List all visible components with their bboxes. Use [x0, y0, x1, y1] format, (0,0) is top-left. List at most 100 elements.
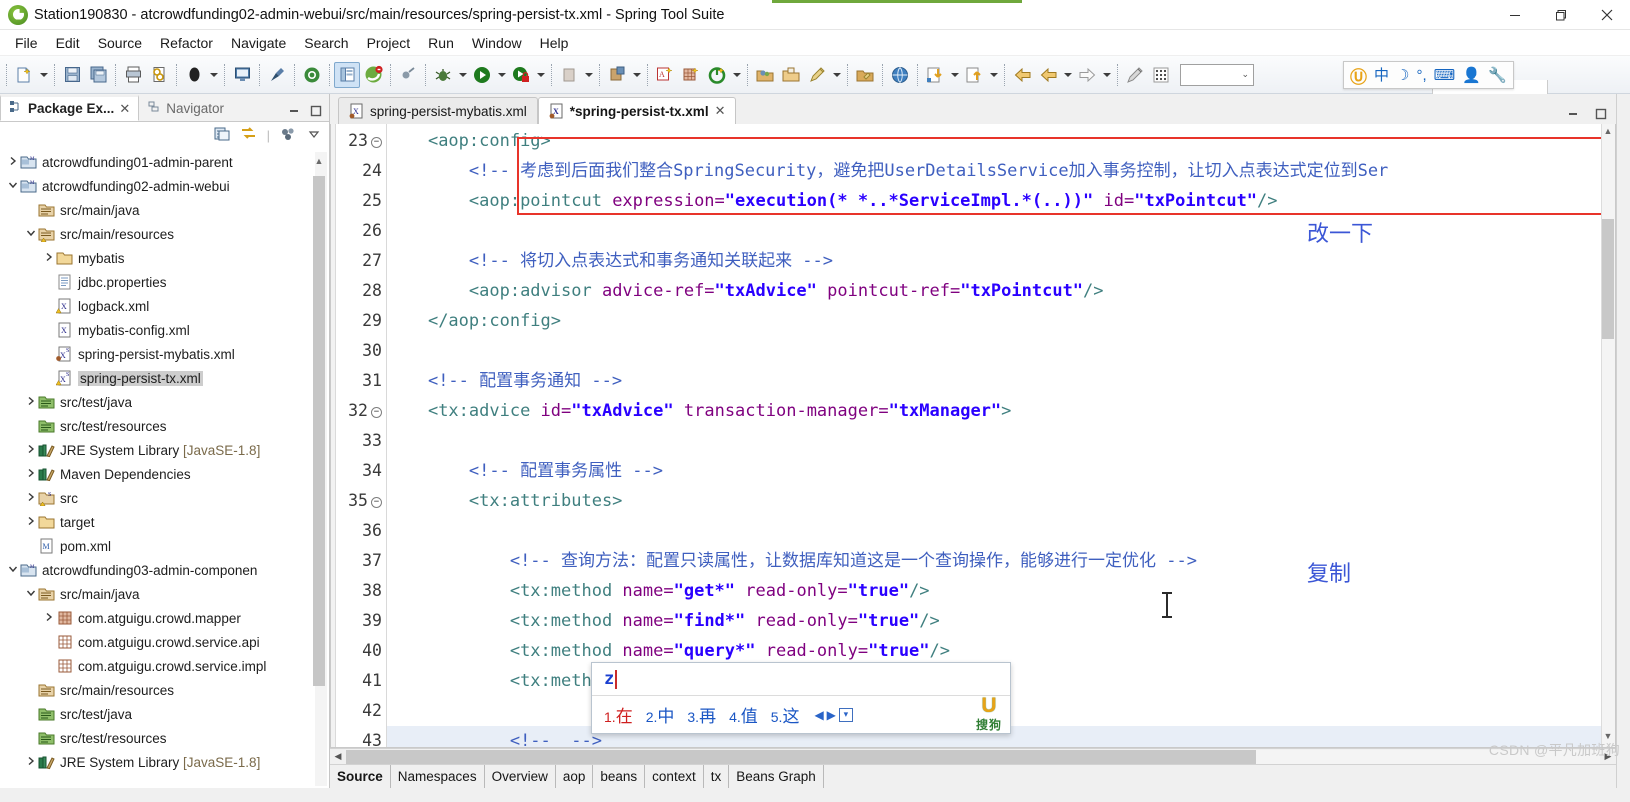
chevron-right-icon[interactable] — [24, 468, 38, 481]
chevron-right-icon[interactable] — [6, 156, 20, 169]
tree-item[interactable]: Matcrowdfunding01-admin-parent — [0, 150, 329, 174]
chevron-down-icon[interactable] — [24, 228, 38, 241]
scroll-left-icon[interactable]: ◀ — [330, 751, 346, 762]
chevron-right-icon[interactable] — [42, 612, 56, 625]
hscroll-thumb[interactable] — [346, 749, 1256, 764]
maximize-button[interactable] — [1538, 0, 1584, 30]
menu-project[interactable]: Project — [358, 32, 420, 54]
open-type-icon[interactable] — [752, 62, 778, 88]
back-icon[interactable] — [1009, 62, 1035, 88]
wrench-icon[interactable]: 🔧 — [1488, 68, 1507, 83]
code-line[interactable]: <aop:config> — [387, 126, 1615, 156]
close-icon[interactable]: ✕ — [715, 103, 726, 119]
user-icon[interactable]: 👤 — [1462, 68, 1481, 83]
punctuation-icon[interactable]: °, — [1416, 68, 1426, 83]
menu-file[interactable]: File — [6, 32, 47, 54]
ime-candidate-list[interactable]: 1.在 2.中 3.再 4.值 5.这 ◀ ▶ ▾ U 搜狗 — [592, 695, 1010, 733]
pin-editor-icon[interactable] — [264, 62, 290, 88]
code-line[interactable] — [387, 216, 1615, 246]
new-class-icon[interactable] — [678, 62, 704, 88]
tree-item[interactable]: Maven Dependencies — [0, 462, 329, 486]
print-icon[interactable] — [120, 62, 146, 88]
bottom-tab-source[interactable]: Source — [330, 765, 391, 788]
last-edit-location-icon[interactable] — [852, 62, 878, 88]
back-history-icon[interactable] — [1035, 62, 1061, 88]
code-line[interactable]: <!-- 查询方法：配置只读属性，让数据库知道这是一个查询操作，能够进行一定优化… — [387, 546, 1615, 576]
tree-item[interactable]: src/main/java — [0, 582, 329, 606]
close-icon[interactable]: ✕ — [119, 101, 130, 117]
chevron-right-icon[interactable] — [42, 252, 56, 265]
close-button[interactable] — [1584, 0, 1630, 30]
chevron-right-icon[interactable] — [24, 396, 38, 409]
spring-bean-dropdown-icon[interactable] — [207, 62, 220, 88]
code-text-area[interactable]: <aop:config> <!-- 考虑到后面我们整合SpringSecurit… — [387, 124, 1615, 747]
debug-icon[interactable] — [430, 62, 456, 88]
tree-item[interactable]: com.atguigu.crowd.service.impl — [0, 654, 329, 678]
back-dropdown-icon[interactable] — [1061, 62, 1074, 88]
spring-bean-icon[interactable] — [181, 62, 207, 88]
ime-candidate-popup[interactable]: z 1.在 2.中 3.再 4.值 5.这 ◀ ▶ ▾ U 搜狗 — [591, 662, 1011, 734]
ime-candidate[interactable]: 3.再 — [687, 702, 716, 727]
spring-perspective-icon[interactable] — [360, 62, 386, 88]
git-icon[interactable] — [704, 62, 730, 88]
code-line[interactable]: <aop:advisor advice-ref="txAdvice" point… — [387, 276, 1615, 306]
open-perspective-icon[interactable] — [334, 61, 360, 88]
minimize-view-icon[interactable] — [287, 104, 301, 121]
fold-toggle-icon[interactable]: − — [371, 407, 382, 418]
code-line[interactable]: <tx:attributes> — [387, 486, 1615, 516]
search-icon[interactable] — [804, 62, 830, 88]
new-wizard-dropdown-icon[interactable] — [37, 62, 50, 88]
code-line[interactable] — [387, 516, 1615, 546]
tree-item[interactable]: src/test/java — [0, 702, 329, 726]
menu-source[interactable]: Source — [89, 32, 151, 54]
view-menu-icon[interactable] — [280, 126, 297, 145]
tree-item[interactable]: src/test/resources — [0, 726, 329, 750]
save-icon[interactable] — [59, 62, 85, 88]
tab-spring-persist-tx[interactable]: X *spring-persist-tx.xml ✕ — [537, 97, 737, 124]
git-dropdown-icon[interactable] — [730, 62, 743, 88]
chevron-right-icon[interactable] — [24, 756, 38, 769]
tree-item[interactable]: Xlogback.xml — [0, 294, 329, 318]
code-line[interactable]: <tx:method name="find*" read-only="true"… — [387, 606, 1615, 636]
code-line[interactable]: <!-- 考虑到后面我们整合SpringSecurity，避免把UserDeta… — [387, 156, 1615, 186]
bottom-tab-beans-graph[interactable]: Beans Graph — [729, 765, 824, 788]
sogou-logo-icon[interactable]: Ⓤ — [1350, 63, 1367, 88]
chevron-down-icon[interactable] — [6, 180, 20, 193]
tree-item[interactable]: src/main/resources — [0, 678, 329, 702]
stop-icon[interactable] — [556, 62, 582, 88]
fold-toggle-icon[interactable]: − — [371, 137, 382, 148]
tab-spring-persist-mybatis[interactable]: X spring-persist-mybatis.xml — [338, 97, 538, 124]
code-line[interactable]: <aop:pointcut expression="execution(* *.… — [387, 186, 1615, 216]
ime-next-page-icon[interactable]: ▶ — [827, 708, 836, 722]
maximize-editor-icon[interactable] — [1594, 107, 1608, 124]
tree-item[interactable]: Xmybatis-config.xml — [0, 318, 329, 342]
tab-navigator[interactable]: Navigator — [139, 95, 232, 121]
open-resource-icon[interactable] — [778, 62, 804, 88]
chevron-right-icon[interactable] — [24, 444, 38, 457]
minimize-editor-icon[interactable] — [1566, 107, 1580, 124]
tree-item[interactable]: JRE System Library [JavaSE-1.8] — [0, 750, 329, 774]
bottom-tab-namespaces[interactable]: Namespaces — [391, 765, 485, 788]
tree-item[interactable]: jdbc.properties — [0, 270, 329, 294]
menu-navigate[interactable]: Navigate — [222, 32, 295, 54]
minimize-button[interactable] — [1492, 0, 1538, 30]
pencil-edit-icon[interactable] — [1122, 62, 1148, 88]
debug-dropdown-icon[interactable] — [456, 62, 469, 88]
code-line[interactable]: <!-- 配置事务通知 --> — [387, 366, 1615, 396]
editor-scroll-thumb[interactable] — [1602, 219, 1614, 339]
ime-mode-chinese-icon[interactable]: 中 — [1374, 68, 1389, 83]
bottom-tab-context[interactable]: context — [645, 765, 704, 788]
bottom-tab-aop[interactable]: aop — [556, 765, 594, 788]
scroll-up-icon[interactable]: ▲ — [1602, 126, 1614, 140]
stop-dropdown-icon[interactable] — [582, 62, 595, 88]
tree-item[interactable]: src/test/resources — [0, 414, 329, 438]
fold-toggle-icon[interactable]: − — [371, 497, 382, 508]
keyboard-icon[interactable]: ⌨ — [1434, 68, 1456, 83]
moon-icon[interactable]: ☽ — [1396, 68, 1409, 83]
ime-candidate[interactable]: 2.中 — [646, 702, 675, 727]
tree-item[interactable]: Mpom.xml — [0, 534, 329, 558]
project-tree[interactable]: Matcrowdfunding01-admin-parent Matcrowdfu… — [0, 148, 329, 788]
menu-help[interactable]: Help — [531, 32, 578, 54]
code-line[interactable]: <!-- 配置事务属性 --> — [387, 456, 1615, 486]
editor-horizontal-scrollbar[interactable]: ◀ ▶ — [330, 748, 1616, 764]
